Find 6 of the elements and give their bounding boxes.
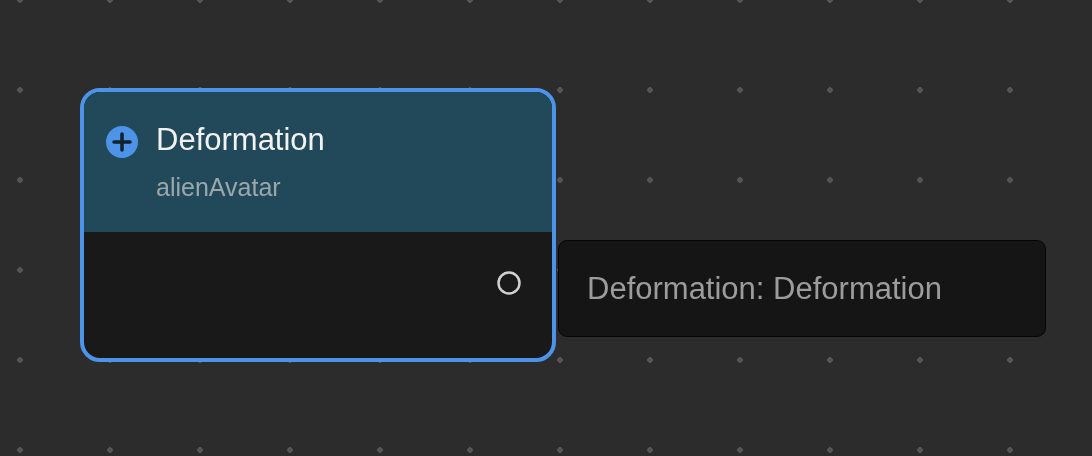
output-port[interactable] (496, 270, 522, 296)
node-title: Deformation (156, 122, 325, 158)
add-icon[interactable] (106, 126, 138, 158)
output-label: Deformation: Deformation (558, 240, 1046, 337)
graph-node[interactable]: Deformation alienAvatar (80, 88, 556, 362)
node-subtitle: alienAvatar (156, 172, 282, 202)
